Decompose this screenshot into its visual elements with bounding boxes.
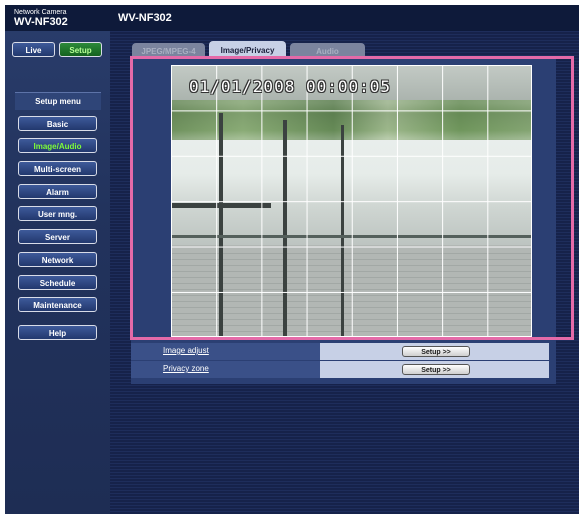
tab-jpeg-mpeg4[interactable]: JPEG/MPEG-4: [132, 43, 205, 59]
setting-row-action-cell: Setup >>: [320, 361, 549, 378]
menu-item-multi-screen[interactable]: Multi-screen: [18, 161, 97, 176]
menu-item-network[interactable]: Network: [18, 252, 97, 267]
menu-item-image-audio[interactable]: Image/Audio: [18, 138, 97, 153]
privacy-zone-link[interactable]: Privacy zone: [163, 364, 209, 373]
setting-row-privacy-zone: Privacy zone Setup >>: [131, 361, 549, 378]
setup-button[interactable]: Setup: [59, 42, 102, 57]
image-adjust-link[interactable]: Image adjust: [163, 346, 209, 355]
tab-image-privacy[interactable]: Image/Privacy: [209, 41, 286, 59]
tab-audio[interactable]: Audio: [290, 43, 365, 59]
setting-row-action-cell: Setup >>: [320, 343, 549, 360]
help-button[interactable]: Help: [18, 325, 97, 340]
live-button[interactable]: Live: [12, 42, 55, 57]
setting-row-image-adjust: Image adjust Setup >>: [131, 343, 549, 360]
menu-item-schedule[interactable]: Schedule: [18, 275, 97, 290]
app-window: Network Camera WV-NF302 Live Setup Setup…: [5, 5, 579, 514]
privacy-zone-setup-button[interactable]: Setup >>: [402, 364, 470, 375]
main-content: WV-NF302 JPEG/MPEG-4 Image/Privacy Audio…: [110, 5, 579, 514]
privacy-grid[interactable]: [171, 65, 532, 337]
camera-preview[interactable]: 01/01/2008 00:00:05: [171, 65, 532, 337]
title-bar: WV-NF302: [110, 5, 579, 31]
camera-timestamp: 01/01/2008 00:00:05: [189, 77, 392, 96]
sidebar: Network Camera WV-NF302 Live Setup Setup…: [5, 5, 110, 514]
brand-area: Network Camera WV-NF302: [5, 5, 110, 31]
page-title: WV-NF302: [118, 12, 172, 24]
image-adjust-setup-button[interactable]: Setup >>: [402, 346, 470, 357]
menu-item-basic[interactable]: Basic: [18, 116, 97, 131]
menu-item-alarm[interactable]: Alarm: [18, 184, 97, 199]
brand-model: WV-NF302: [14, 16, 68, 28]
menu-item-user-mng[interactable]: User mng.: [18, 206, 97, 221]
setup-menu-heading: Setup menu: [15, 92, 101, 110]
menu-item-server[interactable]: Server: [18, 229, 97, 244]
menu-item-maintenance[interactable]: Maintenance: [18, 297, 97, 312]
